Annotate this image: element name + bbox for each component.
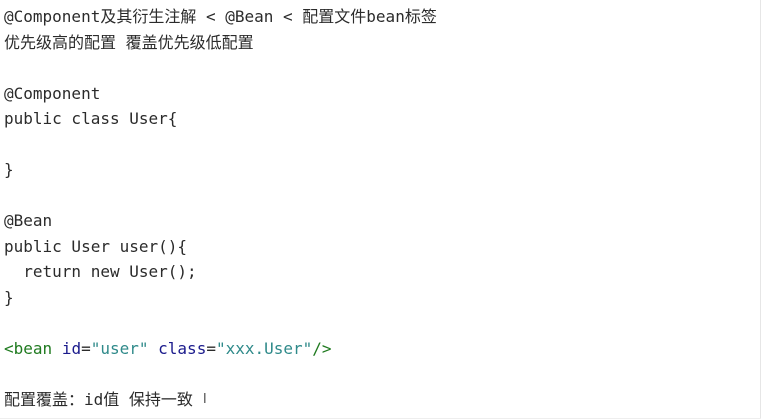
editor-content[interactable]: @Component及其衍生注解 < @Bean < 配置文件bean标签 优先… <box>4 4 437 412</box>
note-text: 配置覆盖：id值 保持一致 <box>4 389 193 409</box>
xml-space <box>52 339 62 358</box>
code-closing-brace: } <box>4 160 14 179</box>
xml-attr-id: id <box>61 338 82 358</box>
code-method-declaration: public User user(){ <box>4 236 188 256</box>
xml-tag-close: /> <box>312 338 332 358</box>
xml-attr-class: class <box>158 338 207 358</box>
code-annotation-component: @Component <box>4 83 101 103</box>
xml-equals: = <box>206 338 216 358</box>
note-line-override: 优先级高的配置 覆盖优先级低配置 <box>4 32 254 52</box>
code-class-declaration: public class User{ <box>4 109 178 128</box>
xml-bean-tag-line: <bean id="user" class="xxx.User"/> <box>4 336 437 362</box>
code-return-statement: return new User(); <box>4 262 197 281</box>
code-annotation-bean: @Bean <box>4 211 53 230</box>
code-closing-brace: } <box>4 287 14 307</box>
xml-equals: = <box>81 338 91 358</box>
xml-value-id: "user" <box>90 338 149 358</box>
xml-tag-open: <bean <box>4 338 53 358</box>
note-line-priority: @Component及其衍生注解 < @Bean < 配置文件bean标签 <box>4 7 437 26</box>
xml-space <box>149 339 159 358</box>
xml-value-class: "xxx.User" <box>215 338 313 358</box>
text-cursor-icon: I <box>202 392 207 408</box>
note-line-config-override: 配置覆盖：id值 保持一致 I <box>4 387 437 413</box>
text-editor[interactable]: @Component及其衍生注解 < @Bean < 配置文件bean标签 优先… <box>0 0 761 419</box>
